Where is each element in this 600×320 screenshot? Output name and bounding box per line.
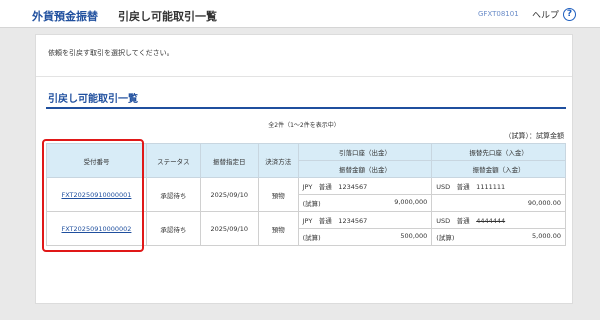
credit-account-number: 4444444 [476, 217, 506, 225]
header-method: 決済方法 [257, 143, 299, 178]
header-credit-amount: 振替金額（入金） [431, 160, 566, 178]
estimate-label: (試算) [436, 234, 455, 242]
help-link[interactable]: ヘルプ ? [532, 8, 577, 21]
debit-amount: 9,000,000 [394, 198, 428, 206]
date-cell: 2025/09/10 [199, 211, 259, 246]
debit-account-cell: JPY 普通 1234567 [297, 211, 433, 229]
help-label: ヘルプ [532, 11, 560, 21]
header-debit-amount: 振替金額（出金） [297, 160, 433, 178]
credit-account-cell: USD 普通 4444444 [431, 211, 566, 229]
table-row: FXT20250910000001 承認待ち 2025/09/10 預物 JPY… [46, 177, 566, 212]
brand-title: 外貨預金振替 [32, 10, 98, 23]
method-cell: 預物 [257, 177, 299, 212]
credit-amount-cell: (試算) 5,000.00 [431, 228, 566, 246]
header-id: 受付番号 [46, 143, 147, 178]
debit-amount-cell: (試算) 9,000,000 [297, 194, 433, 212]
credit-amount: 5,000.00 [532, 232, 561, 240]
section-title: 引戻し可能取引一覧 [48, 94, 138, 105]
instruction-text: 依頼を引戻す取引を選択してください。 [48, 49, 174, 57]
debit-account-cell: JPY 普通 1234567 [297, 177, 433, 195]
method-cell: 預物 [257, 211, 299, 246]
estimate-label: (試算) [302, 234, 321, 242]
status-cell: 承認待ち [145, 211, 201, 246]
credit-amount-cell: 90,000.00 [431, 194, 566, 212]
section-rule [46, 107, 566, 109]
transaction-id-link[interactable]: FXT20250910000002 [61, 225, 131, 233]
app-header: 外貨預金振替 引戻し可能取引一覧 GFXT08101 ヘルプ ? [0, 0, 600, 28]
credit-account-prefix: USD 普通 [436, 217, 477, 225]
header-date: 振替指定日 [199, 143, 259, 178]
transaction-table: 受付番号 ステータス 振替指定日 決済方法 引落口座（出金） 振替先口座（入金）… [46, 143, 566, 246]
transaction-id-link[interactable]: FXT20250910000001 [61, 191, 131, 199]
table-row: FXT20250910000002 承認待ち 2025/09/10 預物 JPY… [46, 211, 566, 246]
divider [36, 76, 572, 77]
legend-note: （試算）：試算金額 [504, 132, 565, 140]
debit-amount: 500,000 [400, 232, 428, 240]
page-title: 引戻し可能取引一覧 [118, 10, 217, 23]
header-credit-account: 振替先口座（入金） [431, 143, 566, 161]
header-status: ステータス [145, 143, 201, 178]
header-debit-account: 引落口座（出金） [297, 143, 433, 161]
main-panel: 依頼を引戻す取引を選択してください。 引戻し可能取引一覧 全2件（1〜2件を表示… [35, 34, 573, 304]
status-cell: 承認待ち [145, 177, 201, 212]
result-count: 全2件（1〜2件を表示中） [268, 122, 340, 129]
estimate-label: (試算) [302, 200, 321, 208]
credit-account-cell: USD 普通 1111111 [431, 177, 566, 195]
debit-amount-cell: (試算) 500,000 [297, 228, 433, 246]
help-icon: ? [563, 8, 577, 21]
screen-id: GFXT08101 [478, 10, 519, 18]
date-cell: 2025/09/10 [199, 177, 259, 212]
